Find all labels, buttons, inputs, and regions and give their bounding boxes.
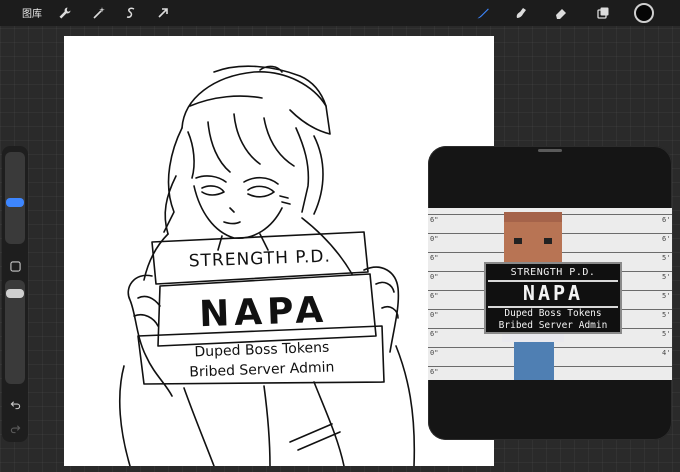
eraser-icon[interactable] xyxy=(552,4,570,22)
magic-wand-icon[interactable] xyxy=(90,4,108,22)
height-mark-left: 6" xyxy=(430,330,439,338)
gallery-button[interactable]: 图库 xyxy=(22,5,42,20)
smudge-icon[interactable] xyxy=(512,4,530,22)
reference-window-handle[interactable] xyxy=(538,149,562,152)
redo-icon[interactable] xyxy=(7,420,23,436)
height-mark-right: 5' xyxy=(662,273,671,281)
height-mark-right: 5' xyxy=(662,254,671,262)
color-picker-button[interactable] xyxy=(634,3,654,23)
brush-icon[interactable] xyxy=(474,4,492,22)
left-sidebar xyxy=(2,146,28,442)
character-head xyxy=(504,212,562,268)
top-toolbar: 图库 xyxy=(0,0,680,26)
sketch-sign-line1: Duped Boss Tokens xyxy=(194,340,329,361)
height-mark-left: 6" xyxy=(430,216,439,224)
height-mark-right: 6' xyxy=(662,216,671,224)
height-mark-left: 0" xyxy=(430,349,439,357)
height-mark-left: 0" xyxy=(430,311,439,319)
mugshot-sign: STRENGTH P.D. NAPA Duped Boss Tokens Bri… xyxy=(484,262,622,334)
reference-image: 6" 6' 0" 6' 6" 5' 0" 5' 6" 5' 0" 5' 6" 5' 0" 4' 6" STREN… xyxy=(428,208,672,380)
height-mark-right: 5' xyxy=(662,292,671,300)
mugshot-sign-line1: Duped Boss Tokens xyxy=(504,308,602,319)
brush-size-slider[interactable] xyxy=(5,152,25,244)
opacity-slider[interactable] xyxy=(5,280,25,384)
height-mark-right: 4' xyxy=(662,349,671,357)
transform-arrow-icon[interactable] xyxy=(154,4,172,22)
height-mark-left: 6" xyxy=(430,254,439,262)
height-mark-left: 0" xyxy=(430,235,439,243)
wrench-icon[interactable] xyxy=(56,4,74,22)
sketch-sign-header: STRENGTH P.D. xyxy=(188,247,331,272)
mugshot-sign-line2: Bribed Server Admin xyxy=(498,320,608,331)
reference-window[interactable]: 6" 6' 0" 6' 6" 5' 0" 5' 6" 5' 0" 5' 6" 5' 0" 4' 6" STREN… xyxy=(428,146,672,440)
modify-button[interactable] xyxy=(7,258,23,274)
mugshot-sign-name: NAPA xyxy=(522,281,584,305)
sketch-sign-name: NAPA xyxy=(198,290,328,335)
mugshot-sign-header: STRENGTH P.D. xyxy=(510,267,596,278)
selection-icon[interactable] xyxy=(122,4,140,22)
layers-icon[interactable] xyxy=(594,4,612,22)
height-mark-left: 0" xyxy=(430,273,439,281)
opacity-knob[interactable] xyxy=(6,289,24,298)
height-mark-left: 6" xyxy=(430,292,439,300)
character-legs xyxy=(514,342,554,380)
sketch-sign-line2: Bribed Server Admin xyxy=(189,359,335,380)
height-mark-right: 5' xyxy=(662,330,671,338)
height-mark-left: 6" xyxy=(430,368,439,376)
brush-size-knob[interactable] xyxy=(6,198,24,207)
height-mark-right: 5' xyxy=(662,311,671,319)
undo-icon[interactable] xyxy=(7,396,23,412)
height-mark-right: 6' xyxy=(662,235,671,243)
